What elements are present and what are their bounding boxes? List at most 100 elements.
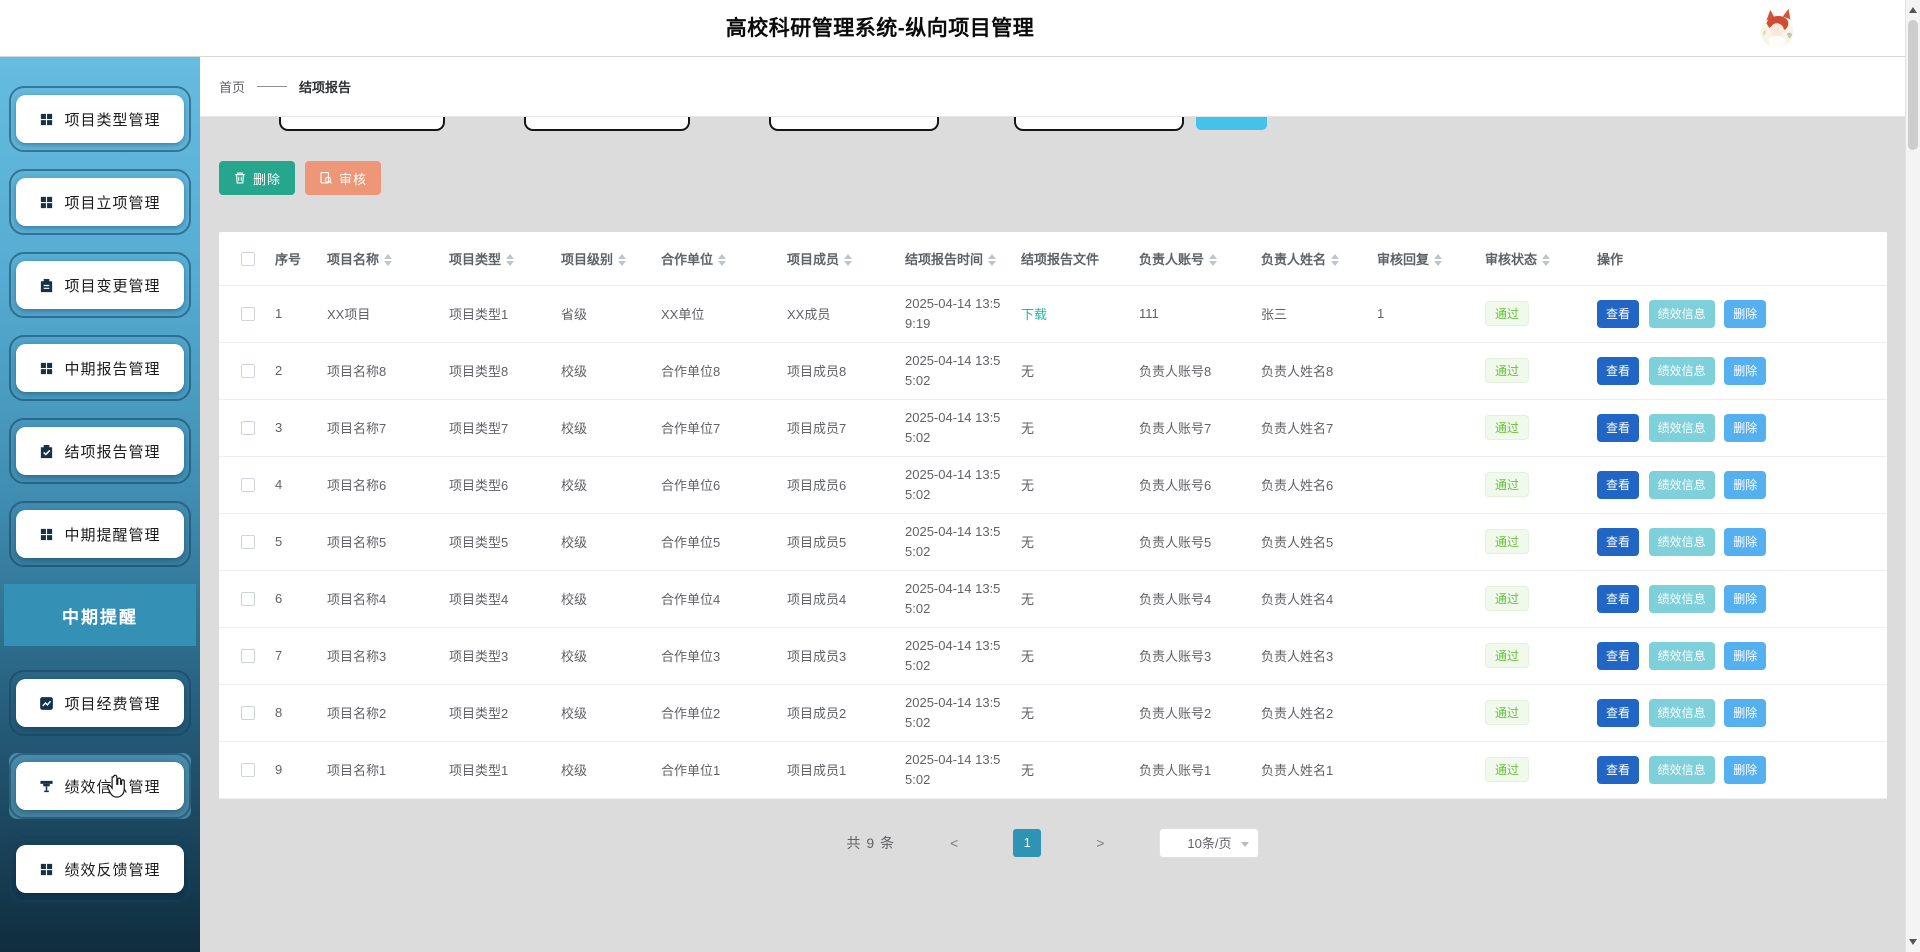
row-delete-button[interactable]: 删除: [1724, 300, 1766, 328]
cell-reply: [1367, 627, 1475, 684]
sort-caret-icon[interactable]: [1542, 254, 1550, 266]
performance-info-button[interactable]: 绩效信息: [1649, 642, 1715, 670]
view-button[interactable]: 查看: [1597, 528, 1639, 556]
column-header-reply[interactable]: 审核回复: [1367, 232, 1475, 285]
row-delete-button[interactable]: 删除: [1724, 642, 1766, 670]
column-header-status[interactable]: 审核状态: [1475, 232, 1587, 285]
prev-page-button[interactable]: <: [950, 835, 958, 851]
performance-info-button[interactable]: 绩效信息: [1649, 699, 1715, 727]
column-header-time[interactable]: 结项报告时间: [895, 232, 1011, 285]
view-button[interactable]: 查看: [1597, 699, 1639, 727]
cell-member: 项目成员7: [777, 399, 895, 456]
sidebar-item-performance-info[interactable]: 绩效信息管理: [9, 753, 191, 819]
cell-partner: 合作单位7: [651, 399, 777, 456]
column-header-type[interactable]: 项目类型: [439, 232, 551, 285]
cell-index: 3: [265, 399, 317, 456]
view-button[interactable]: 查看: [1597, 642, 1639, 670]
select-all-checkbox[interactable]: [241, 252, 255, 266]
cell-status: 通过: [1475, 570, 1587, 627]
row-checkbox[interactable]: [241, 478, 255, 492]
view-button[interactable]: 查看: [1597, 414, 1639, 442]
column-header-name[interactable]: 项目名称: [317, 232, 439, 285]
sort-caret-icon[interactable]: [506, 254, 514, 266]
view-button[interactable]: 查看: [1597, 300, 1639, 328]
row-delete-button[interactable]: 删除: [1724, 699, 1766, 727]
sidebar-item-label: 中期提醒管理: [64, 524, 160, 545]
view-button[interactable]: 查看: [1597, 756, 1639, 784]
sort-caret-icon[interactable]: [1209, 254, 1217, 266]
performance-info-button[interactable]: 绩效信息: [1649, 756, 1715, 784]
sort-caret-icon[interactable]: [618, 254, 626, 266]
status-badge: 通过: [1485, 301, 1529, 326]
table-row: 1 XX项目 项目类型1 省级 XX单位 XX成员 2025-04-14 13:…: [219, 285, 1887, 342]
sort-caret-icon[interactable]: [988, 254, 996, 266]
row-checkbox[interactable]: [241, 649, 255, 663]
performance-info-button[interactable]: 绩效信息: [1649, 585, 1715, 613]
breadcrumb-home[interactable]: 首页: [219, 77, 245, 96]
sidebar-item-completion-report[interactable]: 结项报告管理: [9, 418, 191, 484]
sort-caret-icon[interactable]: [1434, 254, 1442, 266]
row-delete-button[interactable]: 删除: [1724, 756, 1766, 784]
row-checkbox[interactable]: [241, 364, 255, 378]
scroll-down-arrow-icon[interactable]: [1909, 939, 1917, 945]
row-checkbox[interactable]: [241, 307, 255, 321]
sidebar-item-project-change[interactable]: 项目变更管理: [9, 252, 191, 318]
sidebar-item-project-type[interactable]: 项目类型管理: [9, 86, 191, 152]
sidebar-item-project-funds[interactable]: 项目经费管理: [9, 670, 191, 736]
row-delete-button[interactable]: 删除: [1724, 414, 1766, 442]
delete-button[interactable]: 删除: [219, 161, 295, 195]
row-delete-button[interactable]: 删除: [1724, 471, 1766, 499]
cell-report-file: 无: [1011, 399, 1129, 456]
column-header-account[interactable]: 负责人账号: [1129, 232, 1251, 285]
row-checkbox[interactable]: [241, 421, 255, 435]
performance-info-button[interactable]: 绩效信息: [1649, 300, 1715, 328]
cell-report-file: 无: [1011, 627, 1129, 684]
page-size-select[interactable]: 10条/页: [1159, 828, 1259, 858]
row-delete-button[interactable]: 删除: [1724, 585, 1766, 613]
performance-info-button[interactable]: 绩效信息: [1649, 357, 1715, 385]
view-button[interactable]: 查看: [1597, 585, 1639, 613]
next-page-button[interactable]: >: [1096, 835, 1104, 851]
scroll-up-arrow-icon[interactable]: [1909, 7, 1917, 13]
cell-project-type: 项目类型6: [439, 456, 551, 513]
sort-caret-icon[interactable]: [1331, 254, 1339, 266]
performance-info-button[interactable]: 绩效信息: [1649, 471, 1715, 499]
row-delete-button[interactable]: 删除: [1724, 528, 1766, 556]
performance-info-button[interactable]: 绩效信息: [1649, 528, 1715, 556]
vertical-scrollbar[interactable]: [1905, 0, 1920, 952]
cell-member: 项目成员1: [777, 741, 895, 798]
cell-project-name: 项目名称1: [317, 741, 439, 798]
sidebar-item-performance-feedback[interactable]: 绩效反馈管理: [9, 836, 191, 902]
sidebar-item-project-approval[interactable]: 项目立项管理: [9, 169, 191, 235]
table-body: 1 XX项目 项目类型1 省级 XX单位 XX成员 2025-04-14 13:…: [219, 285, 1887, 798]
performance-info-button[interactable]: 绩效信息: [1649, 414, 1715, 442]
status-badge: 通过: [1485, 415, 1529, 440]
column-header-level[interactable]: 项目级别: [551, 232, 651, 285]
column-header-person[interactable]: 负责人姓名: [1251, 232, 1367, 285]
sort-caret-icon[interactable]: [844, 254, 852, 266]
sidebar-item-midterm-reminder-mgmt[interactable]: 中期提醒管理: [9, 501, 191, 567]
audit-button[interactable]: 审核: [305, 161, 381, 195]
cell-account: 负责人账号6: [1129, 456, 1251, 513]
sort-caret-icon[interactable]: [384, 254, 392, 266]
sidebar-item-midterm-reminder-active[interactable]: 中期提醒: [4, 584, 196, 646]
column-header-partner[interactable]: 合作单位: [651, 232, 777, 285]
view-button[interactable]: 查看: [1597, 471, 1639, 499]
sort-caret-icon[interactable]: [718, 254, 726, 266]
row-delete-button[interactable]: 删除: [1724, 357, 1766, 385]
page-number-1[interactable]: 1: [1013, 829, 1041, 857]
view-button[interactable]: 查看: [1597, 357, 1639, 385]
app-logo: [1754, 6, 1800, 52]
cell-partner: 合作单位8: [651, 342, 777, 399]
cell-project-level: 校级: [551, 456, 651, 513]
column-header-member[interactable]: 项目成员: [777, 232, 895, 285]
cell-reply: [1367, 342, 1475, 399]
row-checkbox[interactable]: [241, 592, 255, 606]
row-checkbox[interactable]: [241, 763, 255, 777]
sidebar-item-midterm-report[interactable]: 中期报告管理: [9, 335, 191, 401]
row-checkbox[interactable]: [241, 535, 255, 549]
row-checkbox[interactable]: [241, 706, 255, 720]
scrollbar-thumb[interactable]: [1908, 20, 1918, 150]
cell-project-level: 校级: [551, 342, 651, 399]
breadcrumb: 首页 结项报告: [200, 57, 1905, 117]
